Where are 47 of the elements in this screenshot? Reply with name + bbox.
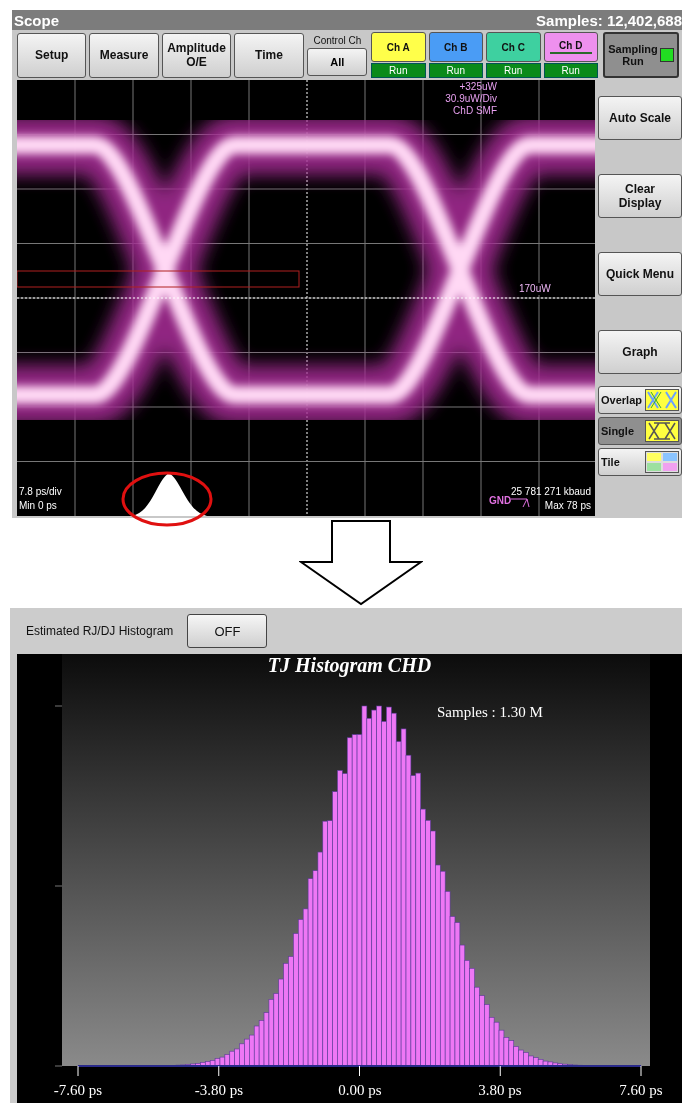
control-channel-button[interactable]: All [307, 47, 368, 76]
marker-level: 170uW [517, 283, 553, 295]
menu-button[interactable]: Time [234, 32, 304, 78]
side-button[interactable]: Auto Scale [598, 96, 682, 140]
channel-status: Run [428, 63, 483, 78]
menu-button[interactable]: Amplitude O/E [161, 32, 232, 78]
side-button[interactable]: Graph [598, 330, 682, 374]
control-channel-label: Control Ch [313, 34, 362, 46]
channel-button[interactable]: Ch B [428, 32, 483, 62]
ground-label: GND [489, 495, 512, 507]
x-tick-label: -3.80 ps [194, 1082, 244, 1099]
channel-status: Run [486, 63, 541, 78]
down-arrow-icon [299, 520, 423, 606]
view-mode-button[interactable]: Single [598, 417, 682, 445]
x-tick-label: 7.60 ps [619, 1082, 663, 1099]
x-tick-label: 0.00 ps [338, 1082, 382, 1099]
histogram-label: Estimated RJ/DJ Histogram [26, 624, 174, 638]
channel-button[interactable]: Ch C [486, 32, 541, 62]
overlapping-eyes-icon [645, 389, 679, 411]
sampling-button[interactable]: Sampling Run [603, 32, 679, 78]
chart-title: TJ Histogram CHD [266, 654, 433, 677]
samples-label: Samples : 1.30 M [437, 704, 543, 721]
scale-readout: ChD SMF [452, 105, 497, 117]
max-time: Max 78 ps [544, 500, 591, 512]
view-mode-button[interactable]: Overlap [598, 386, 682, 414]
samples-count: Samples: 12,402,688 [536, 11, 682, 29]
side-button[interactable]: Clear Display [598, 174, 682, 218]
scale-readout: +325uW [458, 81, 497, 93]
menu-button[interactable]: Measure [89, 32, 159, 78]
side-button[interactable]: Quick Menu [598, 252, 682, 296]
tiled-panes-icon [645, 451, 679, 473]
scale-readout: 30.9uW/Div [445, 93, 497, 105]
eye-pattern-icon [645, 420, 679, 442]
view-mode-button[interactable]: Tile [598, 448, 682, 476]
x-tick-label: 3.80 ps [478, 1082, 522, 1099]
time-scale: 7.8 ps/div [19, 486, 62, 498]
window-title: Scope [14, 11, 59, 29]
menu-button[interactable]: Setup [17, 32, 87, 78]
channel-button[interactable]: Ch A [371, 32, 426, 62]
x-tick-label: -7.60 ps [53, 1082, 103, 1099]
ground-arrow-icon [511, 496, 531, 508]
channel-status: Run [543, 63, 598, 78]
bit-rate: 25 781 271 kbaud [510, 486, 591, 497]
channel-button[interactable]: Ch D [543, 32, 598, 62]
channel-status: Run [371, 63, 426, 78]
off-button[interactable]: OFF [187, 614, 268, 648]
min-time: Min 0 ps [19, 500, 57, 512]
